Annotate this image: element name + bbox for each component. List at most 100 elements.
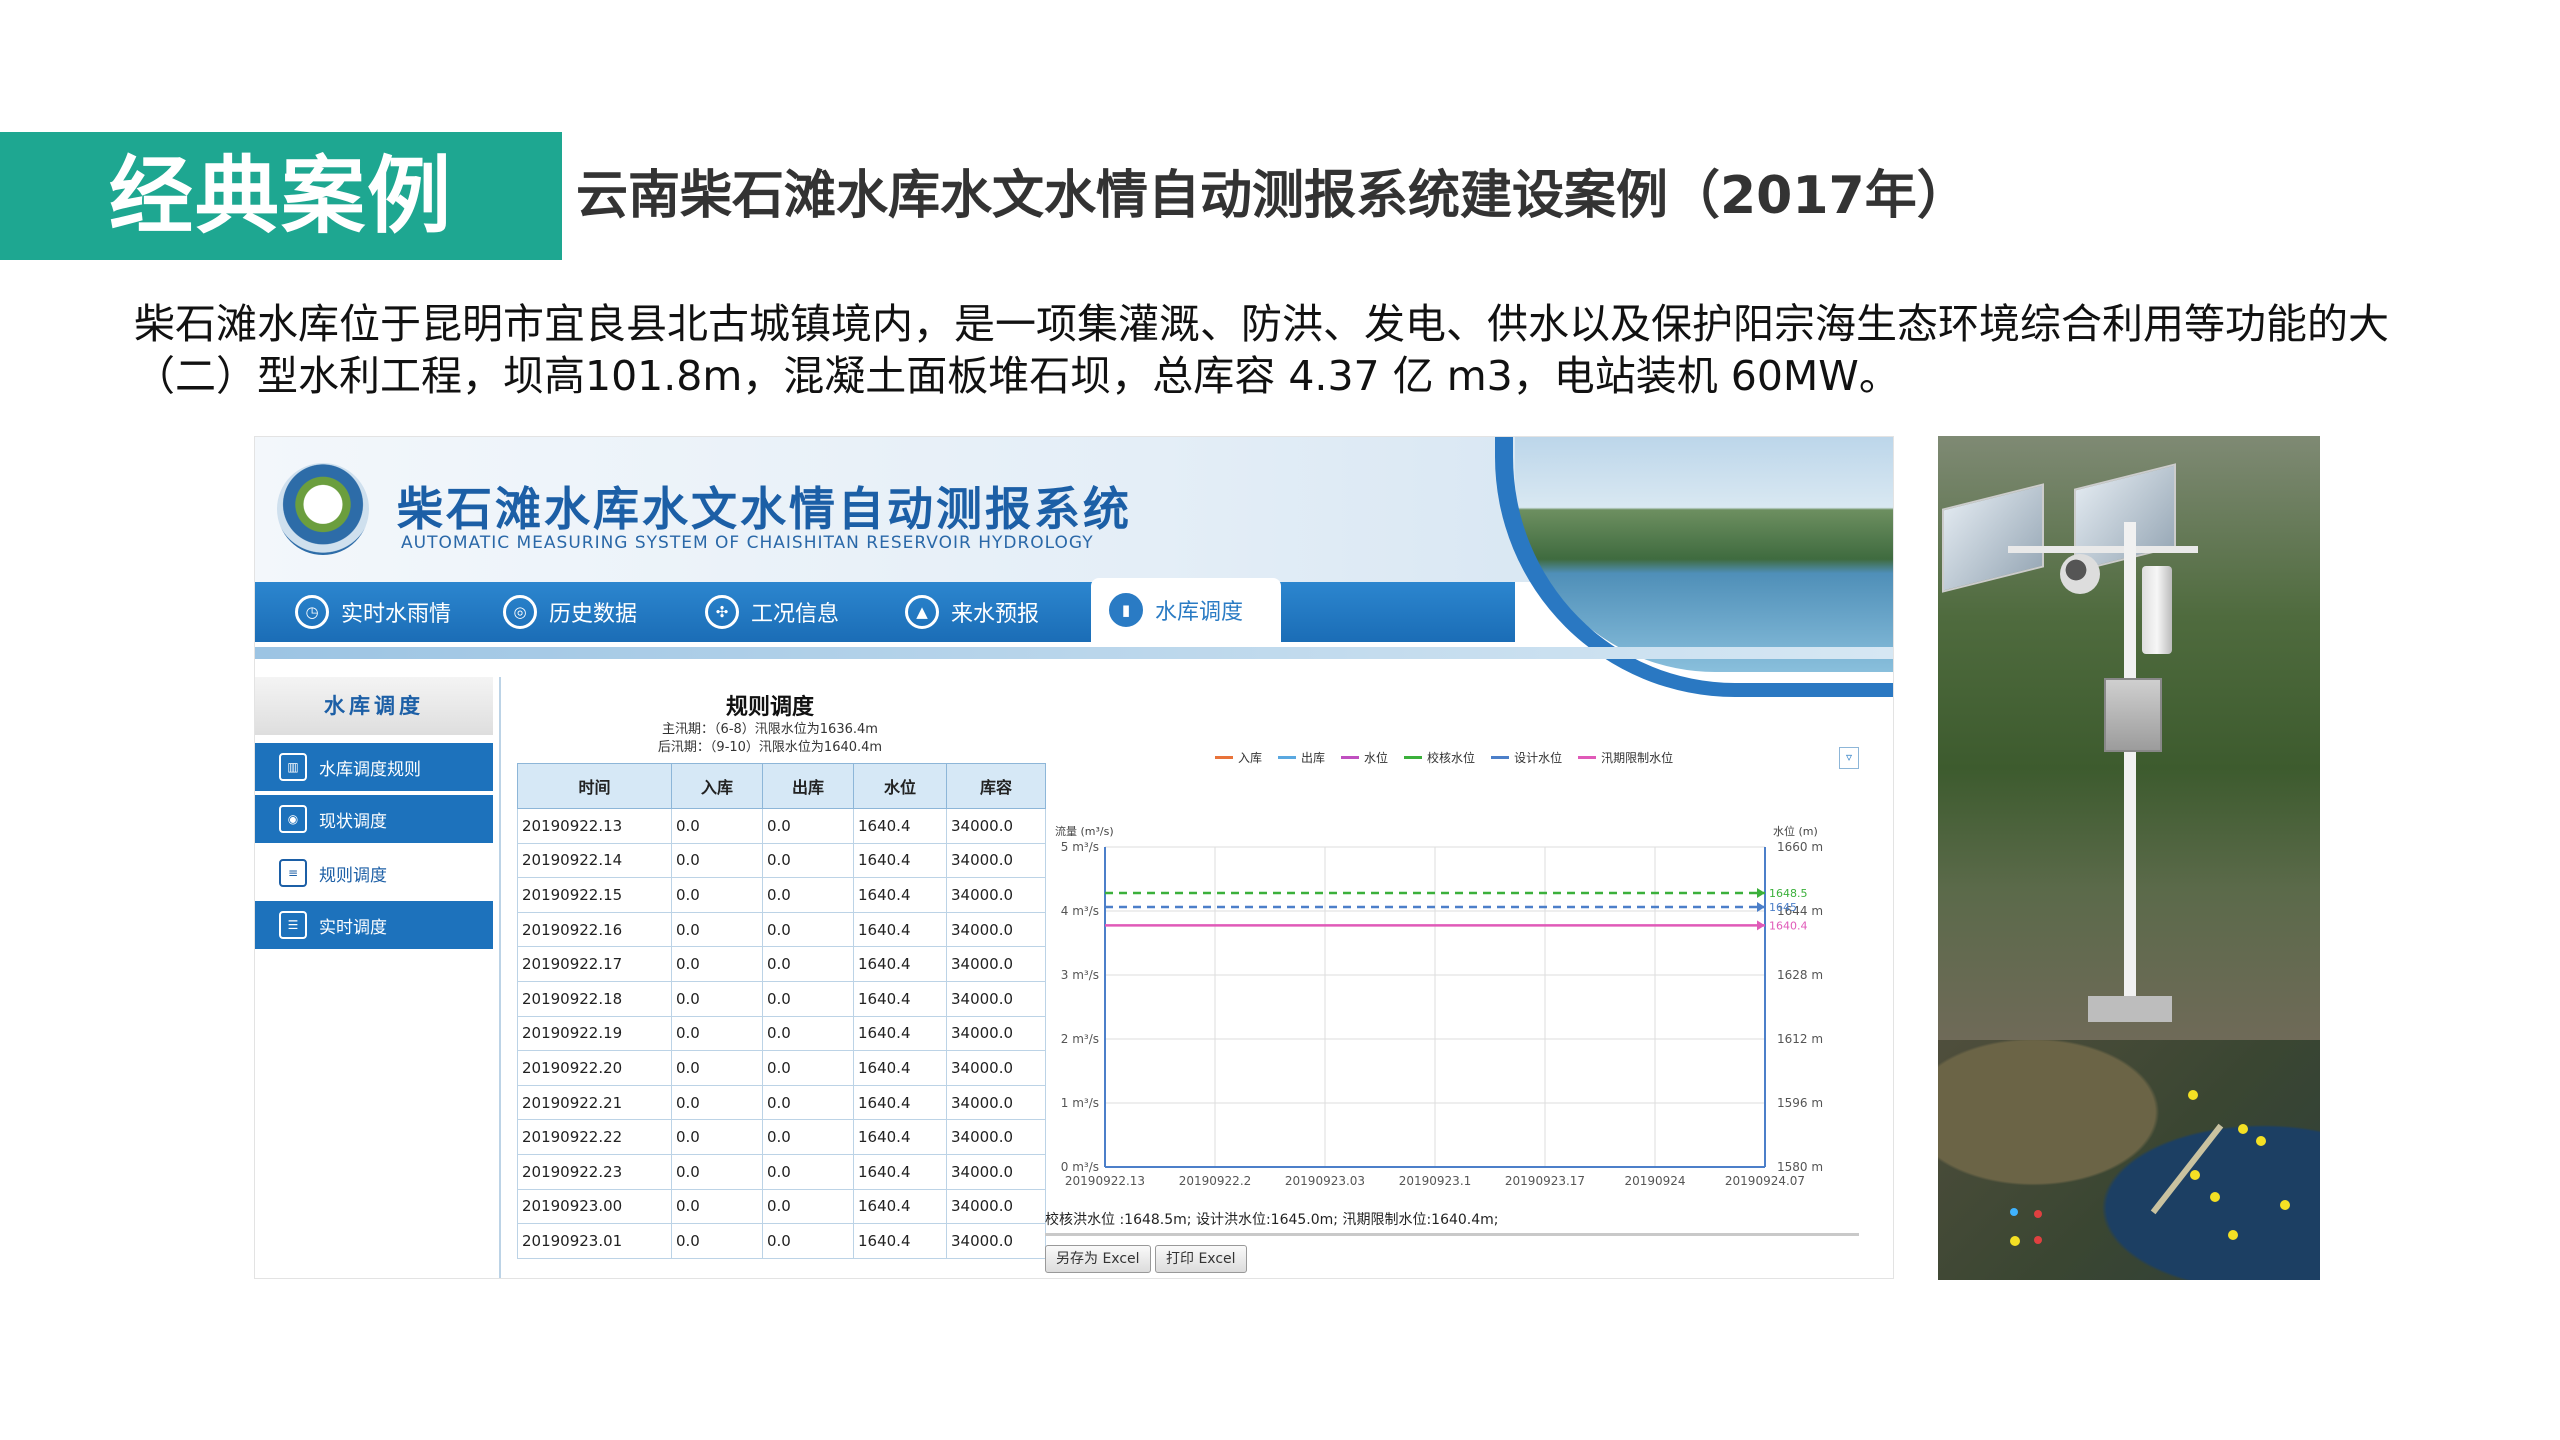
table-cell: 1640.4: [853, 1153, 947, 1190]
legend-item[interactable]: 设计水位: [1491, 749, 1562, 766]
table-cell: 0.0: [671, 1119, 763, 1155]
sidebar: 水库调度 ▥ 水库调度规则 ◉ 现状调度 ≡ 规则调度 ☰ 实时调度: [255, 677, 493, 1278]
chart-collapse-icon[interactable]: ▿: [1839, 747, 1859, 769]
table-row[interactable]: 20190922.14 0.0 0.0 1640.4 34000.0: [517, 842, 1046, 879]
station-marker: [2190, 1170, 2200, 1180]
table-cell: 34000.0: [946, 1188, 1046, 1225]
table-cell: 0.0: [671, 1084, 763, 1121]
table-cell: 34000.0: [946, 1015, 1046, 1052]
table-row[interactable]: 20190922.16 0.0 0.0 1640.4 34000.0: [517, 911, 1046, 948]
table-cell: 0.0: [671, 1050, 763, 1086]
legend-label: 入库: [1238, 751, 1263, 765]
table-cell: 20190922.15: [517, 877, 672, 913]
station-marker: [2256, 1136, 2266, 1146]
drop-icon: ▲: [905, 595, 939, 629]
table-cell: 20190922.23: [517, 1153, 672, 1190]
legend-label: 水位: [1364, 751, 1389, 765]
layers-icon: ☰: [279, 911, 307, 939]
nav-status[interactable]: ✣ 工况信息: [705, 582, 839, 642]
table-row[interactable]: 20190922.20 0.0 0.0 1640.4 34000.0: [517, 1050, 1046, 1086]
legend-item[interactable]: 入库: [1215, 749, 1262, 766]
table-cell: 0.0: [671, 1015, 763, 1052]
sidebar-item-rule-dispatch[interactable]: ≡ 规则调度: [255, 849, 493, 897]
table-cell: 0.0: [671, 877, 763, 913]
table-row[interactable]: 20190922.17 0.0 0.0 1640.4 34000.0: [517, 946, 1046, 982]
nav-history[interactable]: ◎ 历史数据: [503, 582, 637, 642]
chart-divider: [1045, 1233, 1859, 1236]
target-icon: ◎: [503, 595, 537, 629]
fan-icon: ✣: [705, 595, 739, 629]
solar-panel: [1942, 483, 2044, 593]
table-cell: 0.0: [762, 808, 854, 844]
table-cell: 0.0: [671, 1223, 763, 1259]
series-end-marker: [1757, 920, 1765, 931]
table-cell: 34000.0: [946, 1084, 1046, 1121]
table-cell: 0.0: [762, 911, 854, 948]
nav-realtime-rain[interactable]: ◷ 实时水雨情: [295, 582, 451, 642]
app-subtitle: AUTOMATIC MEASURING SYSTEM OF CHAISHITAN…: [401, 533, 1094, 553]
table-row[interactable]: 20190922.21 0.0 0.0 1640.4 34000.0: [517, 1084, 1046, 1121]
sidebar-divider: [499, 677, 501, 1278]
table-row[interactable]: 20190923.01 0.0 0.0 1640.4 34000.0: [517, 1223, 1046, 1259]
legend-swatch: [1278, 756, 1297, 759]
series-point-label: 1648.5: [1769, 887, 1808, 900]
series-point-label: 1640.4: [1769, 919, 1808, 932]
legend-item[interactable]: 水位: [1341, 749, 1388, 766]
right-tick-label: 1628 m: [1777, 968, 1823, 982]
save-excel-button[interactable]: 另存为 Excel: [1045, 1245, 1151, 1273]
table-cell: 0.0: [762, 842, 854, 879]
print-excel-button[interactable]: 打印 Excel: [1155, 1245, 1247, 1273]
table-row[interactable]: 20190922.19 0.0 0.0 1640.4 34000.0: [517, 1015, 1046, 1052]
table-cell: 1640.4: [853, 1015, 947, 1052]
table-cell: 0.0: [671, 1188, 763, 1225]
water-level-chart: 流量 (m³/s) 水位 (m) 0 m³/s 1580 m 1 m³/s 1596 m 2…: [1055, 824, 1823, 1188]
table-cell: 1640.4: [853, 877, 947, 913]
legend-swatch: [1341, 756, 1360, 759]
nav-forecast[interactable]: ▲ 来水预报: [905, 582, 1039, 642]
sidebar-header: 水库调度: [255, 677, 493, 735]
table-cell: 0.0: [762, 1153, 854, 1190]
table-note-main: 主汛期：（6-8）汛限水位为1636.4m: [662, 722, 878, 737]
legend-label: 出库: [1301, 751, 1326, 765]
table-row[interactable]: 20190923.00 0.0 0.0 1640.4 34000.0: [517, 1188, 1046, 1225]
x-tick-label: 20190923.17: [1505, 1174, 1585, 1188]
column-header: 库容: [946, 763, 1046, 809]
table-cell: 34000.0: [946, 980, 1046, 1017]
table-row[interactable]: 20190922.22 0.0 0.0 1640.4 34000.0: [517, 1119, 1046, 1155]
table-title: 规则调度: [725, 695, 814, 720]
sidebar-item-current[interactable]: ◉ 现状调度: [255, 795, 493, 843]
table-row[interactable]: 20190922.15 0.0 0.0 1640.4 34000.0: [517, 877, 1046, 913]
legend-item[interactable]: 出库: [1278, 749, 1325, 766]
table-cell: 20190922.21: [517, 1084, 672, 1121]
legend-swatch: [1404, 756, 1423, 759]
table-cell: 0.0: [762, 1050, 854, 1086]
sidebar-item-realtime[interactable]: ☰ 实时调度: [255, 901, 493, 949]
left-axis-label: 流量 (m³/s): [1055, 824, 1114, 838]
nav-dispatch[interactable]: ▮ 水库调度: [1091, 578, 1281, 642]
station-marker: [2034, 1210, 2042, 1218]
legend-label: 设计水位: [1514, 751, 1563, 765]
right-tick-label: 1612 m: [1777, 1032, 1823, 1046]
main-nav: ◷ 实时水雨情 ◎ 历史数据 ✣ 工况信息 ▲ 来水预报 ▮ 水库调度: [255, 578, 1515, 642]
table-cell: 0.0: [671, 1153, 763, 1190]
app-title: 柴石滩水库水文水情自动测报系统: [397, 482, 1132, 536]
legend-item[interactable]: 校核水位: [1404, 749, 1475, 766]
app-screenshot: 柴石滩水库水文水情自动测报系统 AUTOMATIC MEASURING SYST…: [254, 436, 1894, 1279]
table-cell: 1640.4: [853, 980, 947, 1017]
table-row[interactable]: 20190922.23 0.0 0.0 1640.4 34000.0: [517, 1153, 1046, 1190]
table-cell: 1640.4: [853, 1084, 947, 1121]
table-row[interactable]: 20190922.18 0.0 0.0 1640.4 34000.0: [517, 980, 1046, 1017]
slide-description: 柴石滩水库位于昆明市宜良县北古城镇境内，是一项集灌溉、防洪、发电、供水以及保护阳…: [134, 300, 2389, 400]
document-icon: ≡: [279, 859, 307, 887]
table-row[interactable]: 20190922.13 0.0 0.0 1640.4 34000.0: [517, 808, 1046, 844]
nav-label: 来水预报: [951, 602, 1040, 627]
logo-icon: [277, 463, 369, 555]
table-header-row: 时间 入库 出库 水位 库容: [517, 763, 1046, 809]
legend-item[interactable]: 汛期限制水位: [1578, 749, 1673, 766]
sidebar-item-rules[interactable]: ▥ 水库调度规则: [255, 743, 493, 791]
table-cell: 1640.4: [853, 842, 947, 879]
table-cell: 0.0: [762, 1015, 854, 1052]
legend-label: 校核水位: [1427, 751, 1476, 765]
table-cell: 0.0: [671, 842, 763, 879]
legend-swatch: [1578, 756, 1597, 759]
